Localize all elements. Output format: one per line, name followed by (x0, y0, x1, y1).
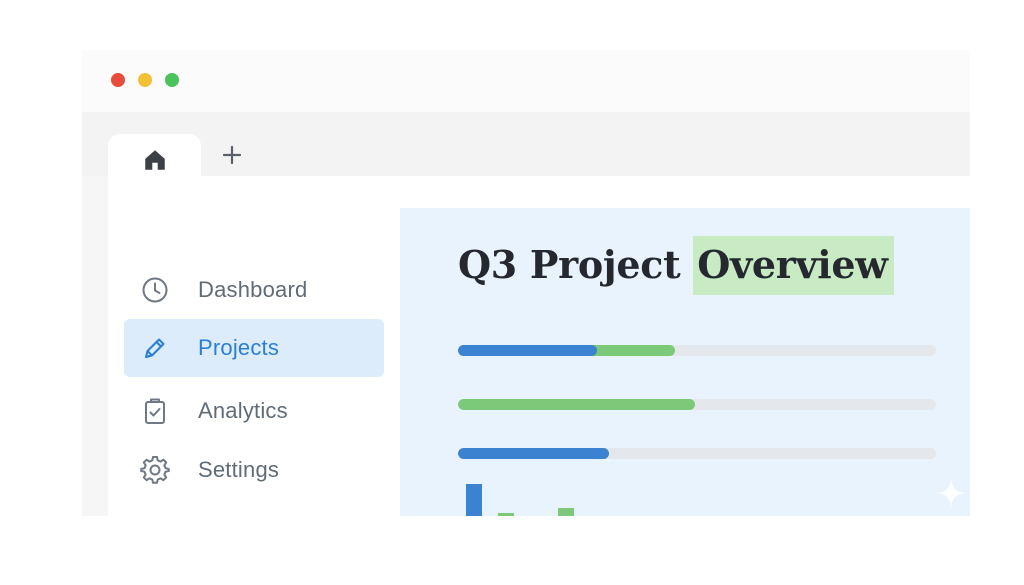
pencil-icon (145, 338, 165, 358)
gear-icon (140, 456, 170, 484)
page-title-highlight: Overview (693, 236, 894, 295)
progress-segment (458, 345, 597, 356)
sparkle-icon (936, 478, 966, 508)
minimize-window-button[interactable] (138, 73, 152, 87)
close-window-button[interactable] (111, 73, 125, 87)
home-icon (144, 150, 165, 170)
clipboard-check-icon (145, 398, 165, 424)
tab-strip (82, 112, 970, 182)
sidebar-item-dashboard[interactable]: Dashboard (124, 261, 384, 319)
plus-icon (222, 145, 242, 165)
mini-bar-chart (466, 484, 626, 516)
clock-icon (142, 277, 168, 303)
mini-bar (498, 513, 514, 516)
sidebar-item-label: Projects (198, 335, 280, 360)
page-title-prefix: Q3 Project (458, 242, 681, 287)
sidebar-item-label: Analytics (198, 398, 288, 423)
progress-bar (458, 448, 936, 459)
sidebar-item-settings[interactable]: Settings (124, 441, 384, 499)
new-tab-button[interactable] (219, 142, 245, 168)
sidebar-item-label: Settings (198, 457, 280, 482)
sidebar-item-analytics[interactable]: Analytics (124, 382, 384, 440)
progress-bar (458, 345, 936, 356)
title-bar (82, 50, 970, 112)
progress-bar (458, 399, 936, 410)
mini-bar (558, 508, 574, 516)
sidebar-item-label: Dashboard (198, 277, 308, 302)
sidebar-item-projects[interactable]: Projects (124, 319, 384, 377)
tab-home[interactable] (108, 134, 201, 182)
browser-window: Dashboard Projects Analytics Settings Q3… (82, 50, 970, 516)
mini-bar (466, 484, 482, 516)
progress-segment (458, 448, 609, 459)
maximize-window-button[interactable] (165, 73, 179, 87)
page-title: Q3 Project Overview (458, 236, 894, 295)
progress-segment (458, 399, 695, 410)
app-content: Dashboard Projects Analytics Settings Q3… (108, 176, 970, 516)
project-overview-panel: Q3 Project Overview (400, 208, 970, 516)
